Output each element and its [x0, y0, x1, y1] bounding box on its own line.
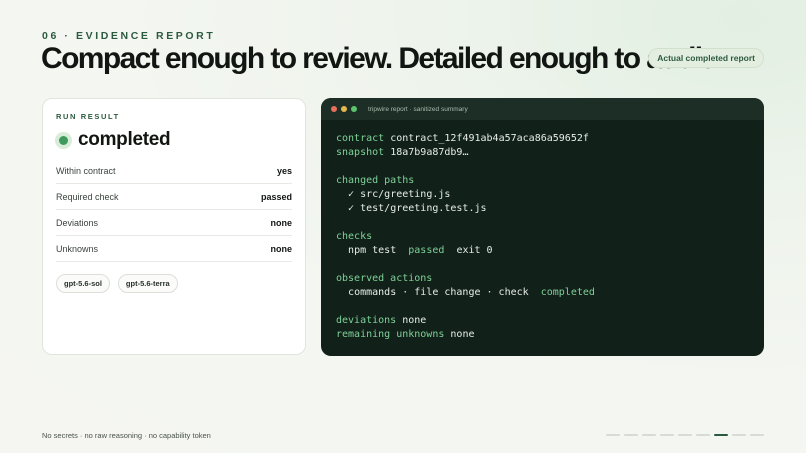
progress-segment[interactable] [750, 434, 764, 436]
terminal-line-checks: checks [336, 230, 749, 244]
terminal-key: remaining unknowns [336, 329, 445, 340]
terminal-key: snapshot [336, 147, 385, 158]
terminal-line-changed-paths: changed paths [336, 174, 749, 188]
progress-segment[interactable] [732, 434, 746, 436]
terminal-value: contract_12f491ab4a57aca86a59652f [390, 133, 589, 144]
terminal-line-unknowns: remaining unknowns none [336, 328, 749, 342]
terminal-status: completed [540, 287, 595, 298]
row-value: none [270, 217, 293, 228]
row-label: Unknowns [56, 243, 99, 254]
row-label: Required check [56, 191, 119, 202]
run-result-card: RUN RESULT completed Within contract yes… [42, 98, 306, 355]
footer-note: No secrets · no raw reasoning · no capab… [42, 431, 211, 440]
terminal-line-deviations: deviations none [336, 314, 749, 328]
slide-progress [606, 434, 764, 436]
result-rows: Within contract yes Required check passe… [56, 158, 292, 262]
progress-segment[interactable] [714, 434, 728, 436]
terminal-line-check-result: npm test passed exit 0 [336, 244, 749, 258]
terminal-key: changed paths [336, 175, 415, 186]
progress-segment[interactable] [642, 434, 656, 436]
terminal-line-observed-value: commands · file change · check completed [336, 286, 749, 300]
row-label: Deviations [56, 217, 99, 228]
terminal-value: none [402, 315, 427, 326]
terminal-line-path: ✓ test/greeting.test.js [336, 202, 749, 216]
status-dot-icon [59, 135, 68, 145]
report-terminal: tripwire report · sanitized summary cont… [321, 98, 764, 356]
terminal-value: none [450, 329, 475, 340]
result-row-deviations: Deviations none [56, 210, 292, 236]
row-value: yes [276, 165, 292, 176]
run-status: completed [56, 126, 292, 154]
window-minimize-dot-icon [341, 106, 347, 112]
terminal-line-snapshot: snapshot 18a7b9a87db9… [336, 146, 749, 160]
terminal-value: 18a7b9a87db9… [390, 147, 469, 158]
card-label: RUN RESULT [56, 112, 120, 121]
result-row-unknowns: Unknowns none [56, 236, 292, 262]
page-title: Compact enough to review. Detailed enoug… [41, 42, 718, 75]
terminal-value: ✓ test/greeting.test.js [348, 203, 487, 214]
terminal-title: tripwire report · sanitized summary [368, 105, 468, 113]
terminal-key: observed actions [336, 273, 433, 284]
terminal-value: commands · file change · check [348, 287, 529, 298]
terminal-value: ✓ src/greeting.js [348, 189, 451, 200]
terminal-key: checks [336, 231, 373, 242]
model-chips: gpt-5.6-sol gpt-5.6-terra [56, 274, 292, 293]
row-value: passed [260, 191, 292, 202]
terminal-status: passed [408, 245, 445, 256]
terminal-key: contract [336, 133, 385, 144]
terminal-line-contract: contract contract_12f491ab4a57aca86a5965… [336, 132, 749, 146]
result-row-within-contract: Within contract yes [56, 158, 292, 184]
terminal-body: contract contract_12f491ab4a57aca86a5965… [321, 120, 764, 354]
report-badge: Actual completed report [648, 48, 764, 68]
progress-segment[interactable] [624, 434, 638, 436]
terminal-value: exit 0 [456, 245, 493, 256]
terminal-line-path: ✓ src/greeting.js [336, 188, 749, 202]
window-close-dot-icon [331, 106, 337, 112]
progress-segment[interactable] [606, 434, 620, 436]
progress-segment[interactable] [696, 434, 710, 436]
status-text: completed [78, 129, 171, 150]
terminal-title-bar: tripwire report · sanitized summary [321, 98, 764, 120]
window-maximize-dot-icon [351, 106, 357, 112]
row-value: none [270, 243, 293, 254]
model-chip-sol: gpt-5.6-sol [56, 274, 110, 293]
result-row-required-check: Required check passed [56, 184, 292, 210]
terminal-key: deviations [336, 315, 397, 326]
progress-segment[interactable] [660, 434, 674, 436]
terminal-line-observed: observed actions [336, 272, 749, 286]
model-chip-terra: gpt-5.6-terra [117, 274, 178, 293]
progress-segment[interactable] [678, 434, 692, 436]
row-label: Within contract [56, 165, 116, 176]
terminal-value: npm test [348, 245, 397, 256]
section-kicker: 06 · EVIDENCE REPORT [42, 30, 216, 42]
